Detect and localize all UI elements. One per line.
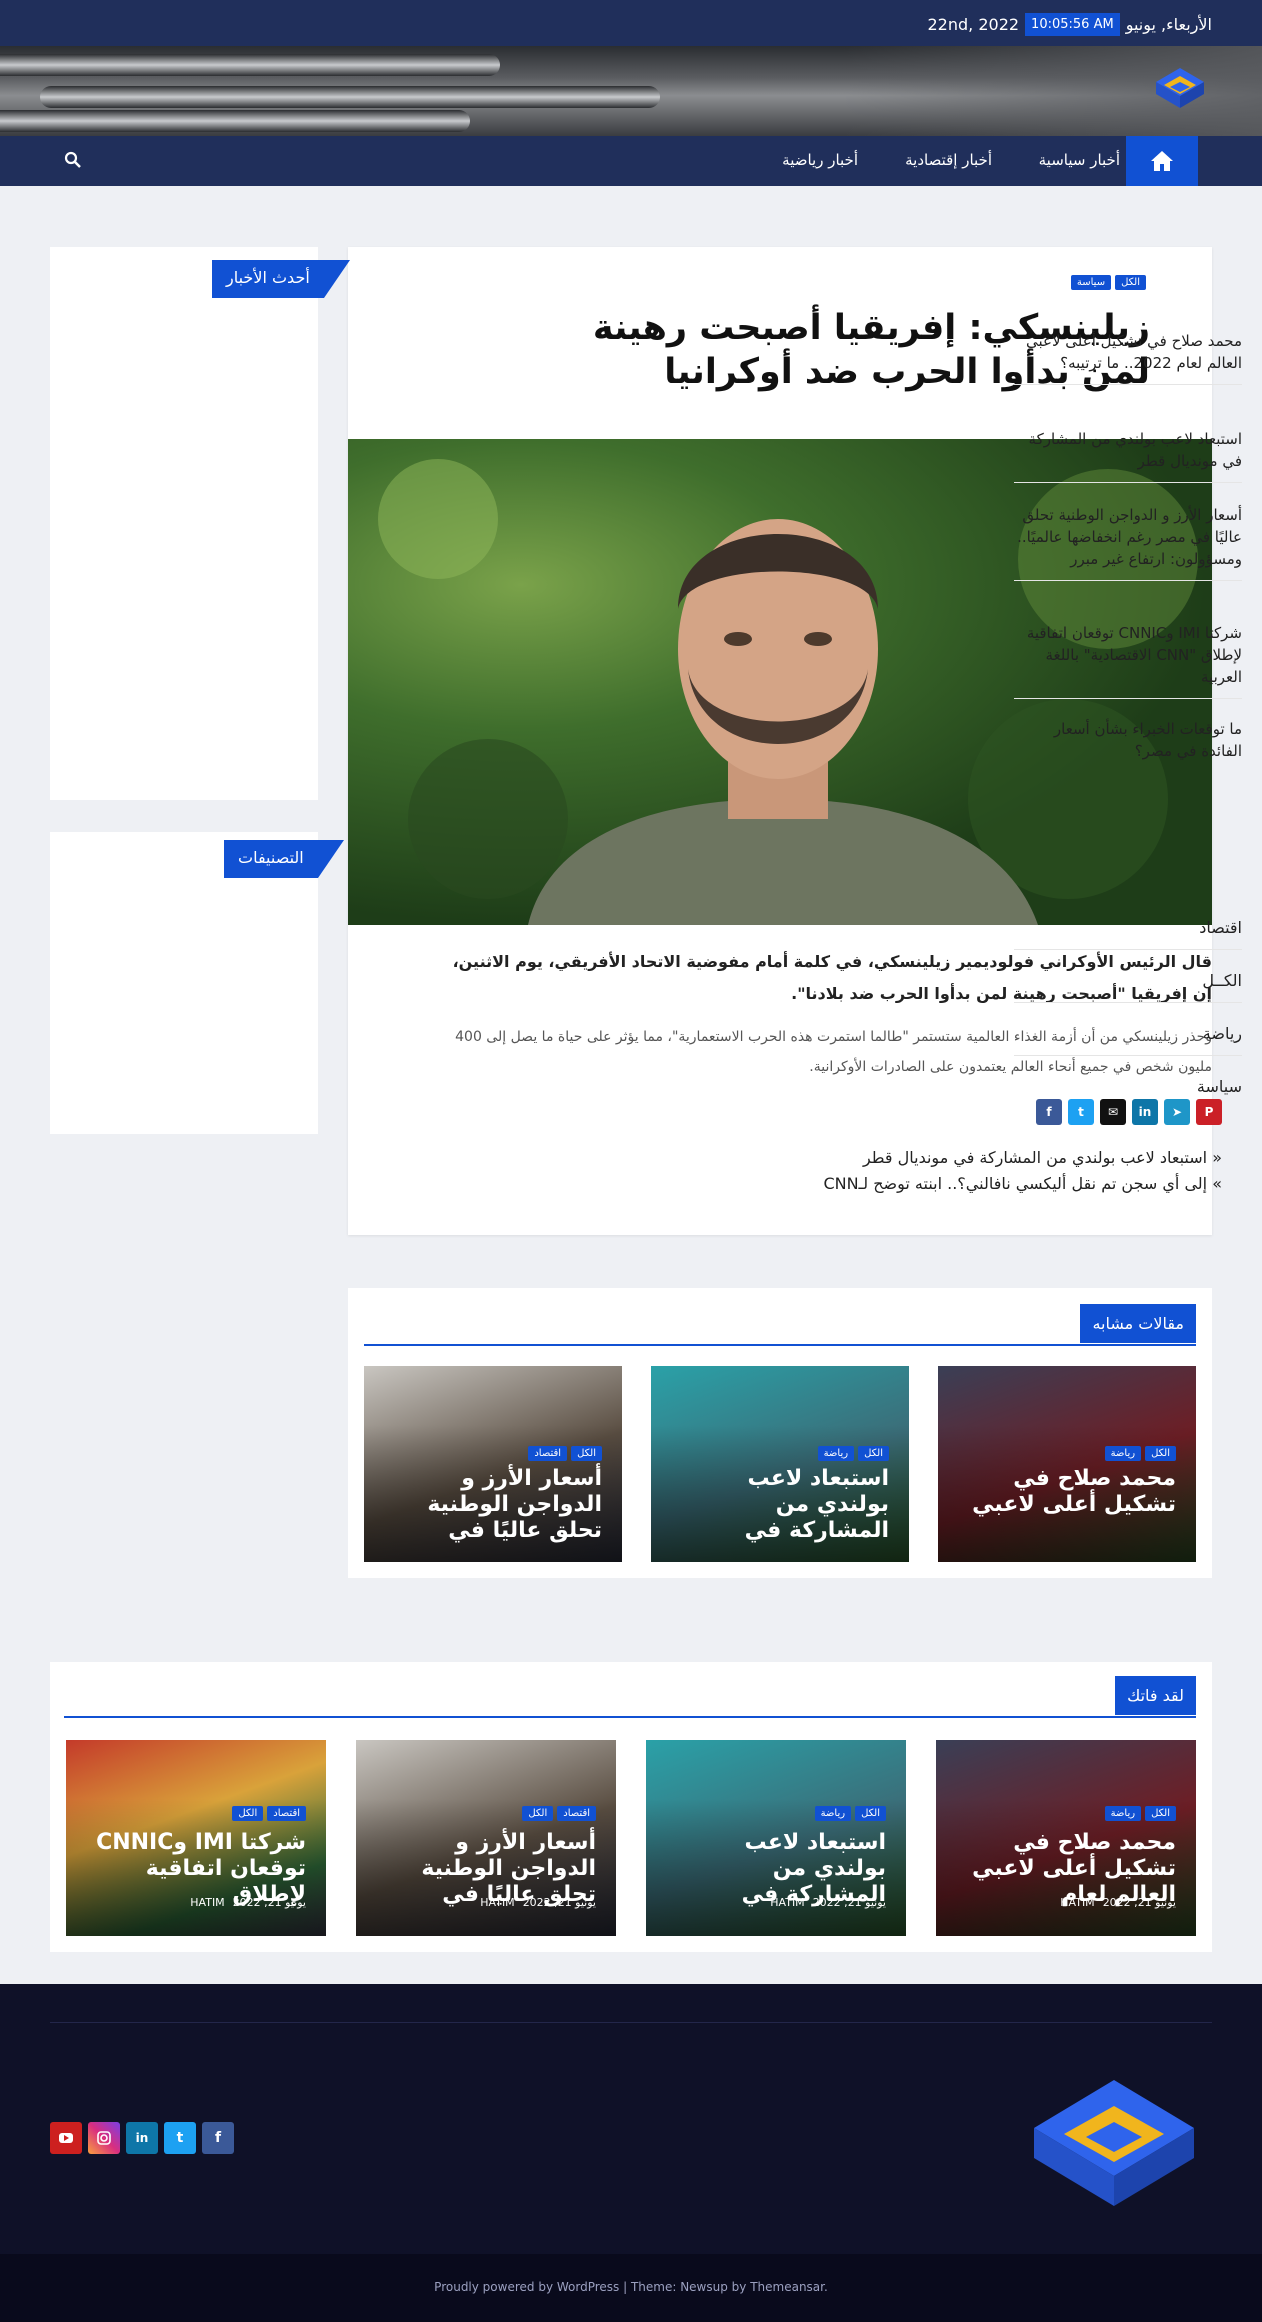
post-date: يونيو 21, 2022 bbox=[522, 1896, 596, 1909]
instagram-icon[interactable] bbox=[88, 2122, 120, 2154]
category-badge[interactable]: الكل bbox=[1145, 1446, 1176, 1461]
category-badge[interactable]: الكل bbox=[855, 1806, 886, 1821]
footer-credit: Proudly powered by WordPress | Theme: Ne… bbox=[434, 2280, 828, 2294]
prev-arrow-icon: « bbox=[1212, 1148, 1222, 1167]
home-button[interactable] bbox=[1126, 136, 1198, 186]
related-card[interactable]: الكل اقتصاد أسعار الأرز و الدواجن الوطني… bbox=[364, 1366, 622, 1562]
latest-news-item[interactable]: ما توقعات الخبراء بشأن أسعار الفائدة في … bbox=[1014, 718, 1242, 772]
category-badge[interactable]: سياسة bbox=[1070, 275, 1112, 290]
post-author[interactable]: HATIM bbox=[480, 1896, 514, 1909]
category-badge[interactable]: رياضة bbox=[814, 1806, 852, 1821]
nav-item-economy[interactable]: أخبار إقتصادية bbox=[905, 151, 992, 169]
categories-header: التصنيفات bbox=[224, 840, 344, 878]
date-day: الأربعاء, يونيو bbox=[1125, 15, 1212, 34]
article-categories: الكل سياسة bbox=[1070, 275, 1146, 290]
missed-title: لقد فاتك bbox=[1115, 1676, 1196, 1715]
category-badge[interactable]: رياضة bbox=[1104, 1806, 1142, 1821]
category-badge[interactable]: الكل bbox=[522, 1806, 554, 1821]
missed-card[interactable]: اقتصاد الكل أسعار الأرز و الدواجن الوطني… bbox=[356, 1740, 616, 1936]
category-link[interactable]: الكــل bbox=[1014, 971, 1242, 1003]
category-badge[interactable]: الكل bbox=[571, 1446, 602, 1461]
card-title[interactable]: محمد صلاح في تشكيل أعلى لاعبي bbox=[956, 1466, 1176, 1518]
category-badge[interactable]: الكل bbox=[232, 1806, 264, 1821]
prev-post-title: استبعاد لاعب بولندي من المشاركة في موندي… bbox=[862, 1148, 1208, 1167]
section-divider bbox=[64, 1716, 1196, 1718]
card-title[interactable]: استبعاد لاعب بولندي من المشاركة في bbox=[669, 1466, 889, 1544]
post-date: يونيو 21, 2022 bbox=[812, 1896, 886, 1909]
category-link[interactable]: سياسة bbox=[1014, 1077, 1242, 1108]
latest-news-header: أحدث الأخبار bbox=[212, 260, 350, 298]
linkedin-icon[interactable]: in bbox=[126, 2122, 158, 2154]
related-card[interactable]: الكل رياضة استبعاد لاعب بولندي من المشار… bbox=[651, 1366, 909, 1562]
next-arrow-icon: » bbox=[1212, 1174, 1222, 1193]
category-link[interactable]: اقتصاد bbox=[1014, 918, 1242, 950]
category-badge[interactable]: رياضة bbox=[1104, 1446, 1142, 1461]
next-post-title: إلى أي سجن تم نقل أليكسي نافالني؟.. ابنت… bbox=[823, 1174, 1208, 1193]
category-badge[interactable]: الكل bbox=[858, 1446, 889, 1461]
widget-title: التصنيفات bbox=[224, 840, 318, 878]
post-author[interactable]: HATIM bbox=[190, 1896, 224, 1909]
post-date: يونيو 21, 2022 bbox=[232, 1896, 306, 1909]
search-icon[interactable] bbox=[64, 151, 82, 169]
missed-card[interactable]: الكل رياضة محمد صلاح في تشكيل أعلى لاعبي… bbox=[936, 1740, 1196, 1936]
related-title: مقالات مشابه bbox=[1080, 1304, 1196, 1343]
category-badge[interactable]: الكل bbox=[1145, 1806, 1176, 1821]
nav-item-politics[interactable]: أخبار سياسية bbox=[1039, 151, 1120, 169]
home-icon bbox=[1151, 151, 1173, 171]
post-author[interactable]: HATIM bbox=[1060, 1896, 1094, 1909]
latest-news-item[interactable]: شركتا IMI وCNNIC توقعان اتفاقية لإطلاق "… bbox=[1014, 622, 1242, 699]
widget-title: أحدث الأخبار bbox=[212, 260, 324, 298]
latest-news-item[interactable]: استبعاد لاعب بولندي من المشاركة في موندي… bbox=[1014, 428, 1242, 483]
footer-logo[interactable] bbox=[1032, 2078, 1196, 2208]
category-badge[interactable]: اقتصاد bbox=[557, 1806, 596, 1821]
date-time: الأربعاء, يونيو 10:05:56 AM 22nd, 2022 bbox=[927, 13, 1212, 36]
category-badge[interactable]: اقتصاد bbox=[267, 1806, 306, 1821]
footer-social: in t f bbox=[50, 2122, 234, 2154]
youtube-icon[interactable] bbox=[50, 2122, 82, 2154]
site-logo[interactable] bbox=[1154, 66, 1206, 110]
latest-news-widget bbox=[50, 247, 318, 800]
facebook-icon[interactable]: f bbox=[202, 2122, 234, 2154]
date-tail: 22nd, 2022 bbox=[927, 15, 1020, 34]
post-date: يونيو 21, 2022 bbox=[1102, 1896, 1176, 1909]
related-card[interactable]: الكل رياضة محمد صلاح في تشكيل أعلى لاعبي bbox=[938, 1366, 1196, 1562]
missed-card[interactable]: الكل رياضة استبعاد لاعب بولندي من المشار… bbox=[646, 1740, 906, 1936]
post-author[interactable]: HATIM bbox=[770, 1896, 804, 1909]
time-badge: 10:05:56 AM bbox=[1025, 13, 1120, 36]
prev-post-link[interactable]: « استبعاد لاعب بولندي من المشاركة في مون… bbox=[863, 1148, 1222, 1167]
card-title[interactable]: أسعار الأرز و الدواجن الوطنية تحلق عاليً… bbox=[382, 1466, 602, 1544]
category-link[interactable]: رياضة bbox=[1014, 1024, 1242, 1056]
header-banner bbox=[0, 46, 1262, 136]
category-badge[interactable]: اقتصاد bbox=[528, 1446, 568, 1461]
footer-divider bbox=[50, 2022, 1212, 2023]
twitter-icon[interactable]: t bbox=[164, 2122, 196, 2154]
category-badge[interactable]: رياضة bbox=[817, 1446, 855, 1461]
category-badge[interactable]: الكل bbox=[1115, 275, 1146, 290]
latest-news-item[interactable]: محمد صلاح في تشكيل أعلى لاعبي العالم لعا… bbox=[1014, 330, 1242, 385]
next-post-link[interactable]: » إلى أي سجن تم نقل أليكسي نافالني؟.. اب… bbox=[823, 1174, 1222, 1193]
latest-news-item[interactable]: أسعار الأرز و الدواجن الوطنية تحلق عاليً… bbox=[1014, 504, 1242, 581]
nav-item-sports[interactable]: أخبار رياضية bbox=[782, 151, 858, 169]
section-divider bbox=[364, 1344, 1196, 1346]
missed-card[interactable]: اقتصاد الكل شركتا IMI وCNNIC توقعان اتفا… bbox=[66, 1740, 326, 1936]
